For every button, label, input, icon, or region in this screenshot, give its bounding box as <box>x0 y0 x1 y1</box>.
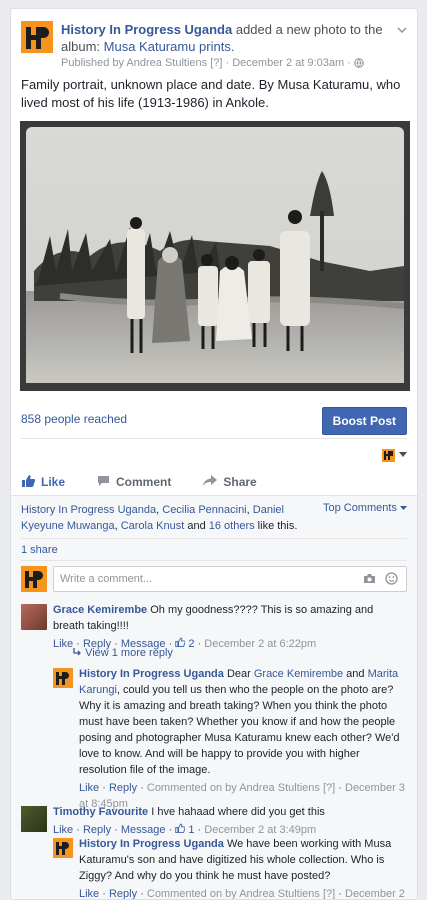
commented-on-tag[interactable]: [?] <box>323 888 335 899</box>
reply-arrow-icon <box>73 647 82 659</box>
reply-body: History In Progress Uganda Dear Grace Ke… <box>79 666 407 812</box>
reply-reply-link[interactable]: Reply <box>109 782 137 794</box>
share-label: Share <box>223 475 257 489</box>
divider <box>21 438 407 439</box>
page-avatar <box>21 566 47 592</box>
post-header: History In Progress Uganda added a new p… <box>21 19 407 69</box>
commented-on-tag[interactable]: [?] <box>323 782 335 794</box>
liker-link[interactable]: History In Progress Uganda <box>21 504 156 516</box>
page-name-link[interactable]: History In Progress Uganda <box>61 22 232 37</box>
liker-link[interactable]: Cecilia Pennacini <box>162 504 246 516</box>
reply-like-link[interactable]: Like <box>79 888 99 899</box>
comment-composer: Write a comment... <box>21 566 407 594</box>
reach-count[interactable]: 858 people reached <box>21 412 127 426</box>
page-avatar[interactable] <box>53 668 73 688</box>
post-header-text: History In Progress Uganda added a new p… <box>61 21 387 72</box>
like-label: Like <box>41 475 66 489</box>
comment-like-count[interactable]: 1 <box>175 823 197 836</box>
comment-like-link[interactable]: Like <box>53 638 73 650</box>
and-text: and <box>184 520 209 532</box>
others-link[interactable]: 16 others <box>209 520 255 532</box>
album-link[interactable]: Musa Katuramu prints. <box>104 39 235 54</box>
actor-selector[interactable] <box>382 445 407 465</box>
comment-label: Comment <box>116 475 172 489</box>
likes-sentence: History In Progress Uganda, Cecilia Penn… <box>21 502 321 534</box>
commented-on-by: Commented on by Andrea Stultiens <box>146 888 320 900</box>
view-more-replies[interactable]: View 1 more reply <box>73 647 173 659</box>
post-meta: Published by Andrea Stultiens [?] · Dece… <box>61 56 387 72</box>
like-count-value: 2 <box>188 638 195 650</box>
comment-body: Timothy Favourite I hve hahaad where did… <box>53 804 407 838</box>
thumbs-up-outline-icon <box>175 823 186 836</box>
comment-like-link[interactable]: Like <box>53 824 73 836</box>
emoji-icon[interactable] <box>385 572 398 588</box>
caret-down-icon <box>399 450 407 460</box>
comment-button[interactable]: Comment <box>97 475 171 490</box>
thumbs-up-icon <box>21 474 36 490</box>
page-avatar[interactable] <box>53 838 73 858</box>
sort-comments-dropdown[interactable]: Top Comments <box>323 502 407 514</box>
mention-link[interactable]: Grace Kemirembe <box>254 668 343 680</box>
commenter-name[interactable]: Timothy Favourite <box>53 806 148 818</box>
view-more-label: View 1 more reply <box>85 647 173 659</box>
post-caption: Family portrait, unknown place and date.… <box>21 77 401 110</box>
shares-count[interactable]: 1 share <box>21 544 58 556</box>
camera-icon[interactable] <box>363 573 376 587</box>
reply-reply-link[interactable]: Reply <box>109 888 137 899</box>
published-by: Published by Andrea Stultiens <box>61 57 208 69</box>
reply-actions: Like · Reply · Commented on by Andrea St… <box>79 886 407 900</box>
divider <box>21 560 407 561</box>
post-options-chevron-icon[interactable] <box>397 23 407 37</box>
comment-input[interactable]: Write a comment... <box>53 566 407 592</box>
commenter-name[interactable]: Grace Kemirembe <box>53 604 147 616</box>
reply-text: and <box>346 668 365 680</box>
reply-body: History In Progress Uganda We have been … <box>79 836 407 900</box>
sort-label: Top Comments <box>322 502 397 514</box>
commenter-avatar[interactable] <box>21 604 47 630</box>
speech-bubble-icon <box>97 475 110 490</box>
post-actions: Like Comment Share <box>21 467 407 497</box>
likes-suffix: like this. <box>254 520 298 532</box>
published-tag[interactable]: [?] <box>210 57 222 69</box>
reply-text: , could you tell us then who the people … <box>79 684 400 776</box>
comment-like-count[interactable]: 2 <box>175 637 197 650</box>
comment-placeholder: Write a comment... <box>60 573 153 585</box>
comment-message-link[interactable]: Message <box>121 824 166 836</box>
share-button[interactable]: Share <box>203 474 257 490</box>
comment-date[interactable]: December 2 at 6:22pm <box>204 638 316 650</box>
post-card: History In Progress Uganda added a new p… <box>10 8 418 900</box>
liker-link[interactable]: Carola Knust <box>121 520 185 532</box>
boost-post-button[interactable]: Boost Post <box>321 407 407 435</box>
page-avatar-small <box>382 448 395 462</box>
caret-down-icon <box>400 502 407 514</box>
like-count-value: 1 <box>188 824 195 836</box>
post-date[interactable]: December 2 at 9:03am <box>232 57 344 69</box>
commented-on-by: Commented on by Andrea Stultiens <box>146 782 320 794</box>
comment-date[interactable]: December 2 at 3:49pm <box>204 824 316 836</box>
reply-author[interactable]: History In Progress Uganda <box>79 668 224 680</box>
reply-author[interactable]: History In Progress Uganda <box>79 838 224 850</box>
commenter-avatar[interactable] <box>21 806 47 832</box>
like-button[interactable]: Like <box>21 474 65 490</box>
comment-body: Grace Kemirembe Oh my goodness???? This … <box>53 602 407 652</box>
reply-like-link[interactable]: Like <box>79 782 99 794</box>
comments-section: History In Progress Uganda, Cecilia Penn… <box>11 495 417 899</box>
divider <box>21 538 407 539</box>
page-avatar[interactable] <box>21 21 53 53</box>
post-photo[interactable] <box>20 121 410 391</box>
reply-text: Dear <box>226 668 251 680</box>
reach-bar: 858 people reached Boost Post <box>21 407 407 435</box>
thumbs-up-outline-icon <box>175 637 186 650</box>
globe-icon <box>354 58 364 72</box>
comment-text: I hve hahaad where did you get this <box>151 806 325 818</box>
share-arrow-icon <box>203 474 218 490</box>
comment-reply-link[interactable]: Reply <box>83 824 111 836</box>
